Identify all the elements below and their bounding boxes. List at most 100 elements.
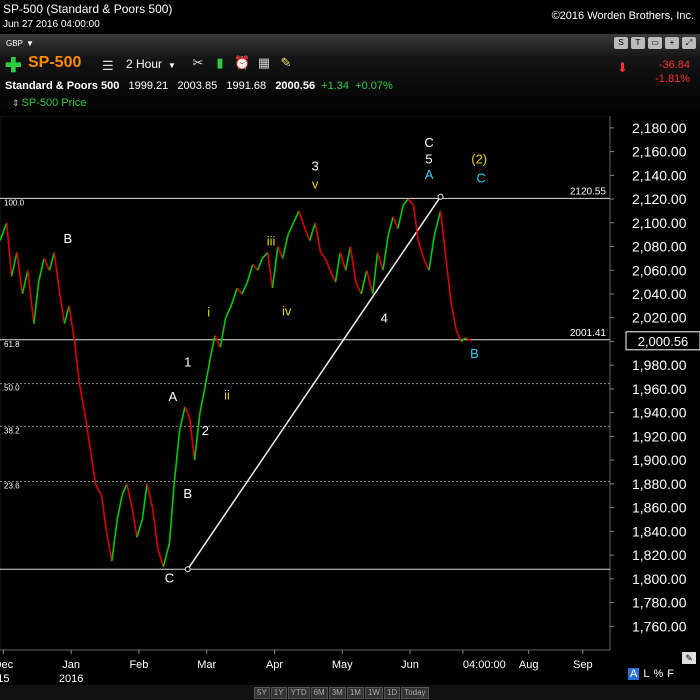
x-tick-label: Aug [519,659,539,671]
range-buttons: 5Y 1Y YTD 6M 3M 1M 1W 1D Today [254,687,429,699]
currency-dropdown[interactable]: GBP ▼ [6,37,34,49]
symbol-name[interactable]: SP-500 [28,54,81,72]
y-tick-label: 2,040.00 [632,286,687,302]
range-1y[interactable]: 1Y [270,687,287,699]
y-tick-label: 1,840.00 [632,523,687,539]
restore-icon[interactable]: ▭ [648,37,662,49]
y-tick-label: 2,060.00 [632,262,687,278]
x-tick-label: Jan [62,659,80,671]
quote-last: 2000.56 [275,80,316,92]
x-tick-label: Jun [401,659,419,671]
indicators-icon[interactable]: ▮ [212,55,228,71]
copyright: ©2016 Worden Brothers, Inc. [551,10,694,22]
toolbar [0,34,700,116]
pencil-icon[interactable]: ✎ [682,652,696,664]
percent-scale-button[interactable]: % [653,668,663,680]
title-bar: SP-500 (Standard & Poors 500) Jun 27 201… [0,0,700,34]
wave-label: C [165,570,174,585]
range-1m[interactable]: 1M [346,687,364,699]
wave-label: A [425,167,434,182]
last-value-label: 2,000.56 [638,334,689,349]
wave-label: iv [282,303,292,318]
chevron-down-icon: ▼ [25,39,34,48]
range-3m[interactable]: 3M [328,687,346,699]
t-button[interactable]: T [631,37,645,49]
chart-datetime: Jun 27 2016 04:00:00 [3,19,100,30]
list-icon[interactable]: ☰ [102,58,114,74]
s-button[interactable]: S [614,37,628,49]
wave-label: B [63,231,72,246]
y-tick-label: 1,780.00 [632,595,687,611]
fib-label: 23.6 [4,481,20,490]
chevron-down-icon: ▼ [168,61,176,70]
wave-label: C [477,170,486,185]
change-abs: -36.84 [658,59,690,71]
auto-scale-button[interactable]: A [628,668,640,680]
y-tick-label: 2,140.00 [632,167,687,183]
fib-label: 50.0 [4,384,20,393]
updown-icon: ⇕ [12,98,20,108]
wave-label: iii [267,233,276,248]
wave-label: i [207,305,210,320]
quote-open: 1999.21 [128,80,169,92]
quote-name: Standard & Poors 500 [5,80,120,92]
alarm-icon[interactable]: ⏰ [234,55,250,71]
quote-high: 2003.85 [177,80,218,92]
x-tick-label: 04:00:00 [463,659,506,671]
range-5y[interactable]: 5Y [254,687,270,699]
plot-area [0,116,611,651]
y-tick-label: 1,900.00 [632,452,687,468]
y-tick-label: 1,940.00 [632,405,687,421]
y-tick-label: 1,760.00 [632,618,687,634]
wave-label: 2 [202,423,209,438]
trend-end-handle [437,193,444,200]
quote-low: 1991.68 [226,80,267,92]
down-arrow-icon: ⬇ [617,60,628,75]
y-tick-label: 2,160.00 [632,144,687,160]
range-ytd[interactable]: YTD [287,687,310,699]
range-today[interactable]: Today [401,687,429,699]
add-symbol-icon[interactable]: ✚ [5,53,22,78]
wave-label: A [168,389,177,404]
y-tick-label: 2,100.00 [632,215,687,231]
x-tick-label: Apr [266,659,283,671]
x-sub-label: 15 [0,673,10,685]
fit-button[interactable]: F [667,668,674,680]
wave-label: 5 [425,151,432,166]
fib-label: 61.8 [4,340,20,349]
wave-label: B [183,486,192,501]
y-tick-label: 2,080.00 [632,239,687,255]
fib-label: 38.2 [4,426,20,435]
quote-change-pct: +0.07% [355,80,393,92]
interval-dropdown[interactable]: 2 Hour ▼ [126,57,176,71]
tool-icons: ✂ ▮ ⏰ ▦ ✎ [190,55,294,71]
y-tick-label: 2,020.00 [632,310,687,326]
price-chart[interactable]: 1,760.00 1,780.00 1,800.00 1,820.00 1,840.00… [0,116,700,685]
range-1w[interactable]: 1W [364,687,383,699]
y-tick-label: 1,860.00 [632,500,687,516]
y-tick-label: 1,820.00 [632,547,687,563]
y-tick-label: 1,920.00 [632,428,687,444]
range-1d[interactable]: 1D [383,687,401,699]
wave-label: (2) [471,151,487,166]
range-6m[interactable]: 6M [310,687,328,699]
wave-label: 4 [381,310,388,325]
x-tick-label: May [332,659,353,671]
x-tick-label: Dec [0,659,14,671]
wave-label: v [312,176,319,191]
hline-label: 2120.55 [570,186,607,197]
x-tick-label: Feb [129,659,148,671]
wave-label: B [470,346,479,361]
expand-icon[interactable]: ⤢ [682,37,696,49]
add-icon[interactable]: + [665,37,679,49]
trend-start-handle [184,566,191,573]
fib-label: 100.0 [4,198,25,207]
tools-icon[interactable]: ✂ [190,55,206,71]
wave-label: 3 [312,159,319,174]
note-icon[interactable]: ✎ [278,55,294,71]
indicator-label[interactable]: ⇕ SP-500 Price [12,97,88,109]
calculator-icon[interactable]: ▦ [256,55,272,71]
log-scale-button[interactable]: L [643,668,649,680]
x-tick-label: Sep [573,659,593,671]
y-tick-label: 1,960.00 [632,381,687,397]
